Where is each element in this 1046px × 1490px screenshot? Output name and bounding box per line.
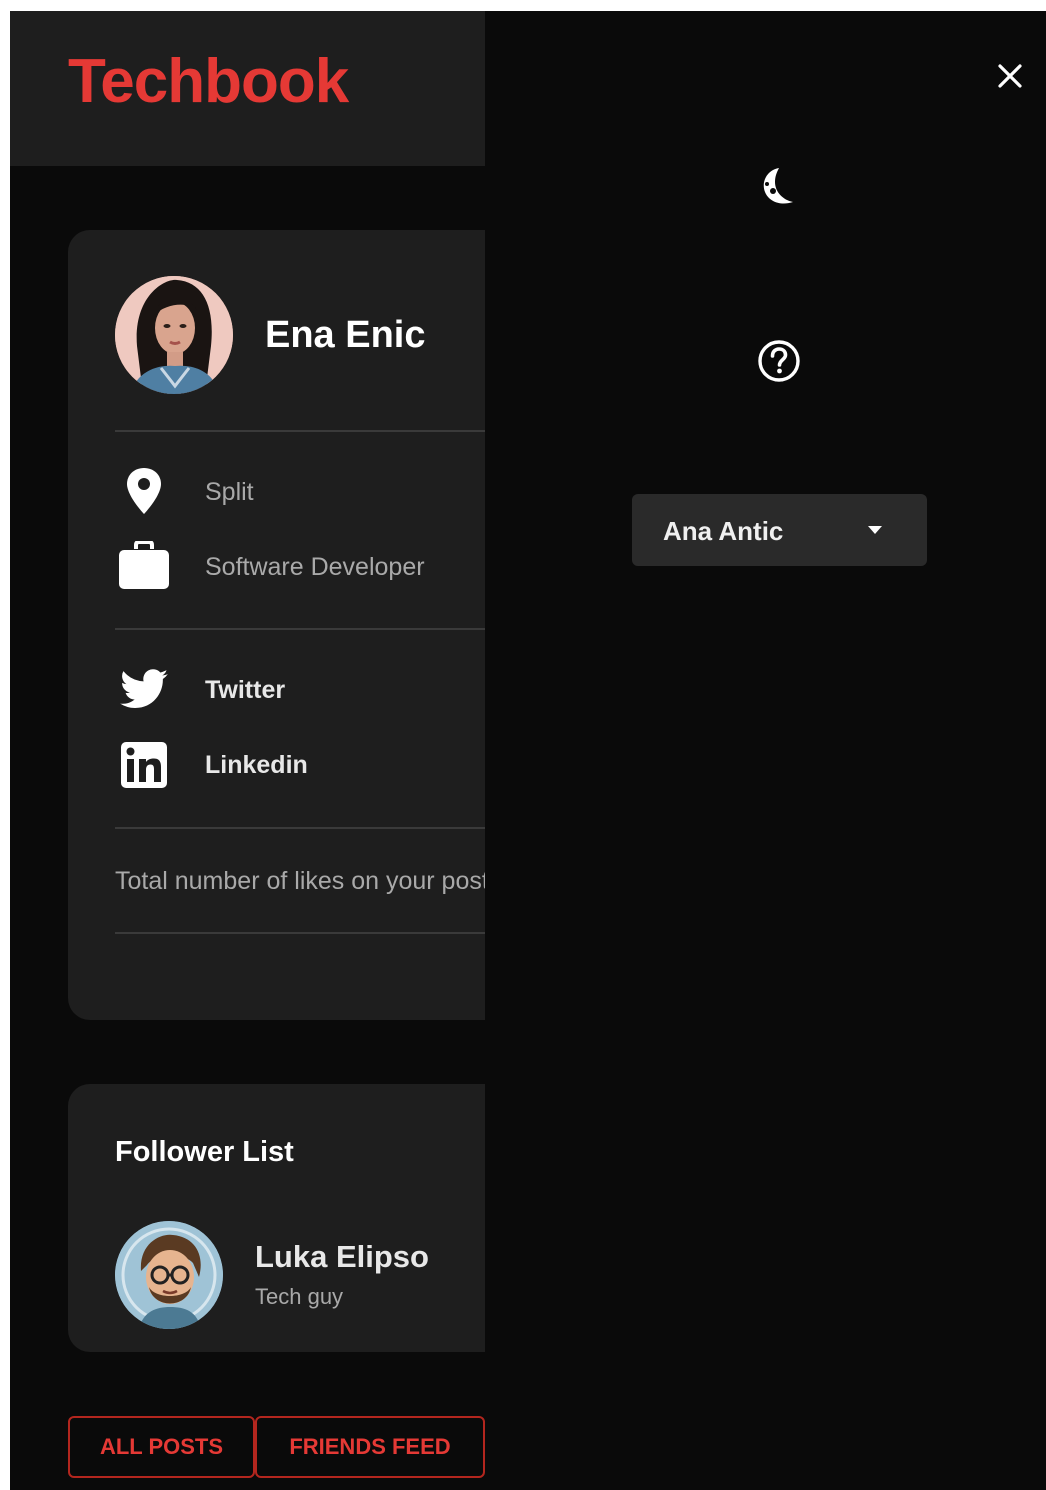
divider [115,628,485,630]
side-drawer: Ana Antic [485,11,1046,1490]
avatar-cartoon [115,1221,223,1329]
linkedin-link[interactable]: Linkedin [115,739,485,791]
divider [115,932,485,934]
profile-name: Ena Enic [265,314,426,356]
twitter-label[interactable]: Twitter [205,676,285,705]
chevron-down-icon [866,523,884,535]
close-icon[interactable] [993,59,1027,93]
location-text: Split [205,478,254,506]
app-window: Techbook Ena Enic Split Software Develop… [10,11,1046,1490]
briefcase-icon [115,540,173,593]
follower-subtitle: Tech guy [255,1284,344,1309]
top-bar: Techbook [10,11,485,166]
help-icon[interactable] [756,338,802,384]
main-page: Techbook Ena Enic Split Software Develop… [10,11,485,1490]
divider [115,430,485,432]
avatar [115,276,233,394]
follower-list-title: Follower List [115,1136,294,1168]
all-posts-button[interactable]: ALL POSTS [68,1416,255,1478]
location-pin-icon [115,466,173,518]
user-select-value: Ana Antic [663,516,784,546]
dark-mode-icon[interactable] [753,164,799,210]
location-row: Split [115,466,485,518]
twitter-link[interactable]: Twitter [115,664,485,716]
likes-count-text: Total number of likes on your posts [115,867,485,895]
job-row: Software Developer [115,540,485,593]
user-select[interactable]: Ana Antic [632,494,927,566]
follower-name[interactable]: Luka Elipso [255,1239,429,1275]
avatar-portrait [115,276,233,394]
linkedin-label[interactable]: Linkedin [205,751,308,780]
follower-list-card: Follower List Luka Elipso Tech guy [68,1084,485,1352]
profile-card: Ena Enic Split Software Developer Twitte… [68,230,485,1020]
divider [115,827,485,829]
logo[interactable]: Techbook [68,51,349,113]
linkedin-icon [115,739,173,791]
friends-feed-button[interactable]: FRIENDS FEED [255,1416,485,1478]
avatar[interactable] [115,1221,223,1329]
twitter-icon [115,664,173,716]
job-text: Software Developer [205,553,425,581]
